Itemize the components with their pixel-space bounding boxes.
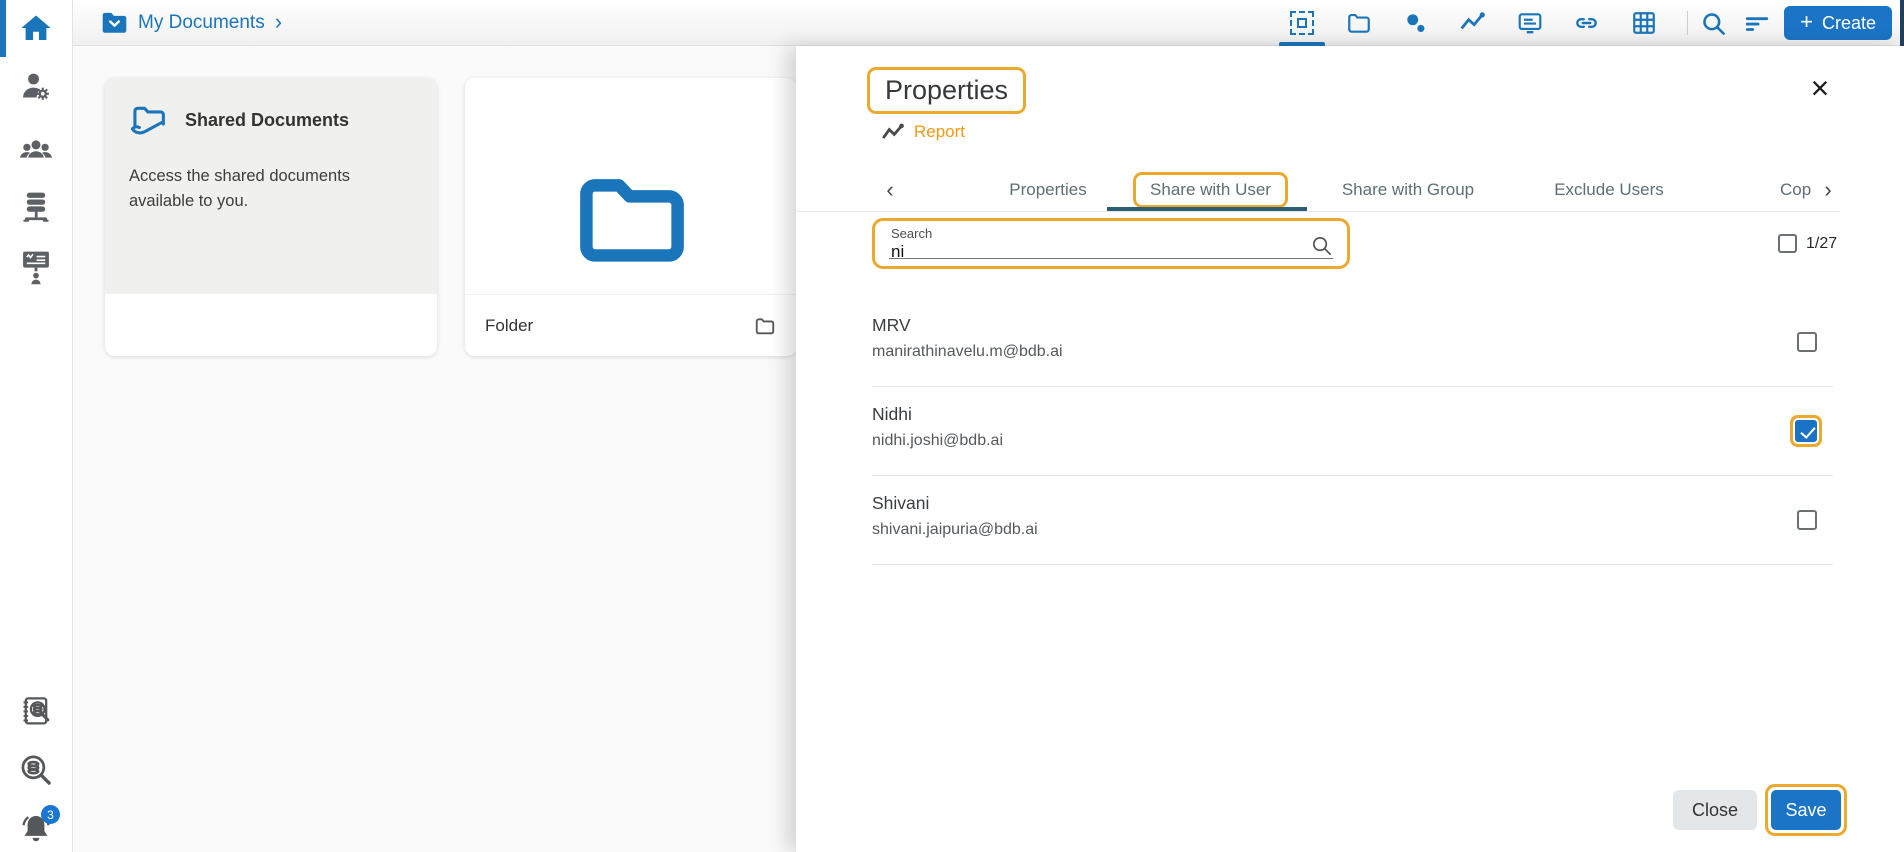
folder-card-footer: Folder [465, 294, 797, 356]
create-button[interactable]: + Create [1784, 6, 1892, 40]
folder-card[interactable]: Folder [465, 78, 797, 356]
board-view-icon[interactable] [1516, 0, 1543, 46]
shared-card-title: Shared Documents [185, 109, 350, 130]
breadcrumb-label: My Documents [138, 12, 265, 33]
breadcrumb[interactable]: My Documents › [101, 0, 282, 46]
save-button[interactable]: Save [1771, 790, 1841, 830]
tab-copy-clipped[interactable]: Cop [1780, 168, 1818, 212]
panel-tabs: ‹ Properties Share with User Share with … [796, 168, 1840, 212]
tabs-scroll-left-icon[interactable]: ‹ [880, 168, 900, 212]
selection-count-label: 1/27 [1806, 234, 1838, 252]
search-input[interactable] [891, 242, 1271, 262]
shared-documents-card[interactable]: Shared Documents Access the shared docum… [105, 78, 437, 356]
notification-badge: 3 [41, 805, 60, 824]
folder-view-icon[interactable] [1345, 0, 1372, 46]
close-button[interactable]: Close [1673, 790, 1757, 830]
user-list: MRV manirathinavelu.m@bdb.ai Nidhi nidhi… [872, 298, 1833, 565]
search-icon[interactable] [1700, 0, 1727, 46]
panel-title-highlight: Properties [867, 67, 1027, 114]
user-email: nidhi.joshi@bdb.ai [872, 432, 1003, 449]
tabs-scroll-right-icon[interactable]: › [1818, 168, 1838, 212]
line-chart-view-icon[interactable] [1459, 0, 1486, 46]
toolbar-divider [1687, 11, 1689, 35]
search-field-label: Search [891, 226, 933, 241]
active-item-indicator [0, 0, 6, 57]
folder-large-icon [580, 179, 684, 262]
user-email: shivani.jaipuria@bdb.ai [872, 521, 1038, 538]
view-toolbar: + Create [1278, 0, 1904, 46]
create-button-label: Create [1821, 12, 1876, 33]
close-icon[interactable]: × [1802, 70, 1838, 106]
user-groups-icon[interactable] [19, 134, 53, 168]
folder-type-icon [755, 317, 775, 334]
sidebar: 3 [0, 0, 73, 852]
scatter-view-icon[interactable] [1402, 0, 1429, 46]
user-checkbox[interactable] [1797, 510, 1817, 530]
data-center-icon[interactable] [19, 190, 53, 224]
user-settings-icon[interactable] [19, 70, 53, 104]
tab-exclude-users[interactable]: Exclude Users [1529, 168, 1689, 212]
breadcrumb-folder-icon [102, 12, 127, 33]
user-name: Nidhi [872, 404, 912, 424]
save-button-highlight: Save [1765, 784, 1847, 836]
shared-card-description: Access the shared documents available to… [129, 167, 351, 210]
user-email: manirathinavelu.m@bdb.ai [872, 343, 1063, 360]
user-row[interactable]: MRV manirathinavelu.m@bdb.ai [872, 298, 1833, 387]
search-field-underline [889, 258, 1333, 259]
user-name: Shivani [872, 493, 930, 513]
shared-folder-icon [130, 106, 165, 135]
user-name: MRV [872, 315, 911, 335]
panel-edge [1900, 0, 1904, 46]
shared-card-footer [105, 294, 437, 356]
canvas-view-icon[interactable] [1278, 0, 1325, 46]
topbar: My Documents › + Create [73, 0, 1904, 46]
user-checkbox[interactable] [1797, 332, 1817, 352]
data-search-icon[interactable] [19, 753, 53, 787]
panel-title: Properties [885, 75, 1009, 105]
user-row[interactable]: Shivani shivani.jaipuria@bdb.ai [872, 476, 1833, 565]
item-type-row[interactable]: Report [882, 122, 965, 142]
notifications-bell-icon[interactable]: 3 [19, 805, 60, 846]
active-tab-underline [1107, 207, 1307, 211]
folder-card-label: Folder [485, 315, 534, 335]
tab-share-with-user[interactable]: Share with User [1133, 172, 1288, 208]
user-row[interactable]: Nidhi nidhi.joshi@bdb.ai [872, 387, 1833, 476]
tab-properties[interactable]: Properties [988, 168, 1108, 212]
filter-sort-icon[interactable] [1743, 0, 1770, 46]
home-icon[interactable] [19, 11, 53, 45]
selection-counter: 1/27 [1778, 234, 1837, 253]
search-magnifier-icon[interactable] [1310, 234, 1333, 257]
item-type-label: Report [914, 122, 966, 141]
properties-panel: Properties × Report ‹ Properties Share w… [796, 46, 1904, 852]
user-search-field[interactable]: Search [872, 218, 1350, 269]
data-catalog-search-icon[interactable] [19, 695, 53, 729]
breadcrumb-chevron-icon: › [274, 8, 283, 34]
report-chart-icon [882, 123, 904, 139]
select-all-checkbox[interactable] [1778, 234, 1797, 253]
link-view-icon[interactable] [1573, 0, 1600, 46]
grid-view-icon[interactable] [1630, 0, 1657, 46]
tab-share-with-group[interactable]: Share with Group [1328, 168, 1488, 212]
training-presentation-icon[interactable] [19, 250, 53, 285]
plus-icon: + [1800, 9, 1813, 34]
user-checkbox[interactable] [1795, 420, 1817, 442]
